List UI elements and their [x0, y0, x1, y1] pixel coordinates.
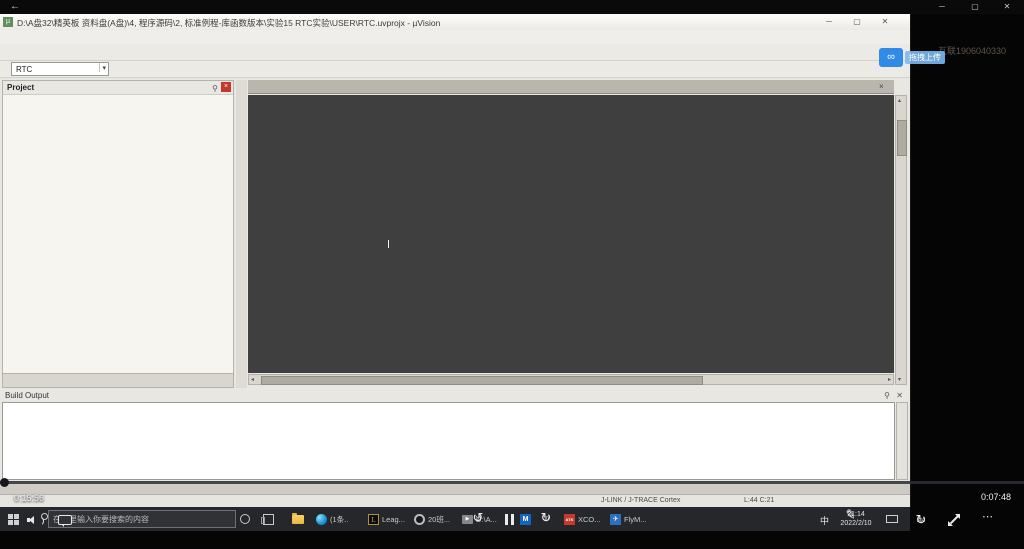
task-view-icon[interactable]: [263, 514, 274, 525]
build-output: [2, 402, 895, 480]
taskbar-app-label: 20班...: [428, 514, 450, 525]
pin-icon[interactable]: ⚲: [884, 390, 890, 402]
status-bar: J-LINK / J-TRACE Cortex L:44 C:21: [0, 494, 910, 508]
circle-app-icon: [414, 514, 425, 525]
file-explorer-icon: [292, 515, 304, 524]
forward-30-button[interactable]: ↻30: [538, 509, 554, 527]
debugger-status: J-LINK / J-TRACE Cortex: [601, 497, 680, 504]
start-button[interactable]: [8, 514, 19, 525]
rewind-10-button[interactable]: ↺10: [470, 509, 486, 527]
seek-handle[interactable]: [0, 478, 9, 487]
scroll-right-icon[interactable]: ▸: [888, 376, 891, 384]
cortana-icon[interactable]: [240, 514, 250, 524]
more-options-button[interactable]: ⋯: [982, 510, 994, 523]
taskbar-file-explorer[interactable]: [292, 512, 304, 526]
volume-icon[interactable]: [27, 515, 42, 525]
elapsed-time: 0:15:56: [14, 493, 44, 503]
video-player-app: ← ─ ▢ ✕ µ D:\A盘32\精英板 资料盘(A盘)\4, 程序源码\2,…: [0, 0, 1024, 549]
netdisk-icon: ∞: [879, 48, 903, 67]
taskbar-app-m[interactable]: [520, 512, 531, 526]
uvision-title-bar: µ D:\A盘32\精英板 资料盘(A盘)\4, 程序源码\2, 标准例程-库函…: [0, 14, 910, 31]
uv-maximize-button[interactable]: ▢: [850, 17, 864, 26]
target-select-value: RTC: [16, 65, 32, 74]
back-button[interactable]: ←: [10, 1, 20, 13]
toolbar-build: RTC ▾: [0, 61, 910, 78]
taskbar-app-label: XCO...: [578, 515, 601, 524]
app-m-icon: [520, 514, 531, 525]
fullscreen-button[interactable]: [948, 514, 960, 526]
project-tree: [3, 95, 233, 373]
windows-taskbar: 在这里输入你要搜索的内容 (1条.. Leag... 20班... D:\A..…: [0, 507, 910, 531]
player-title-bar: ← ─ ▢ ✕: [0, 0, 1024, 14]
netdisk-upload-widget[interactable]: ∞ 拖拽上传: [879, 48, 945, 67]
alientek-xcom-icon: [564, 514, 575, 525]
build-output-header: Build Output ⚲ ✕: [2, 390, 908, 402]
project-panel-header: Project ⚲ ×: [3, 81, 233, 95]
target-select[interactable]: RTC ▾: [11, 62, 109, 76]
taskbar-app-label: Leag...: [382, 515, 405, 524]
chevron-down-icon: ▾: [99, 63, 107, 72]
editor-vertical-scrollbar[interactable]: ▴ ▾: [895, 95, 907, 385]
menu-bar: [0, 30, 910, 44]
scroll-left-icon[interactable]: ◂: [251, 376, 254, 384]
cursor-position-status: L:44 C:21: [744, 497, 774, 504]
app-minimize-button[interactable]: ─: [935, 1, 949, 13]
ime-indicator[interactable]: 中: [820, 514, 829, 527]
remaining-time: 0:07:48: [981, 492, 1011, 502]
edge-icon: [316, 514, 327, 525]
project-panel-title: Project: [7, 83, 34, 92]
show-desktop-icon[interactable]: [886, 515, 898, 523]
build-output-title: Build Output: [5, 391, 49, 400]
captions-icon[interactable]: [58, 515, 72, 525]
seek-bar[interactable]: [0, 481, 1024, 484]
uvision-window: µ D:\A盘32\精英板 资料盘(A盘)\4, 程序源码\2, 标准例程-库函…: [0, 14, 911, 507]
project-panel-tabs: [3, 373, 233, 387]
taskbar-circle-app[interactable]: 20班...: [414, 512, 450, 526]
project-panel-close-icon[interactable]: ×: [221, 82, 231, 92]
taskbar-xcom[interactable]: XCO...: [564, 512, 601, 526]
close-tab-icon[interactable]: ×: [879, 82, 884, 91]
project-panel: Project ⚲ ×: [2, 80, 234, 388]
netdisk-upload-label: 拖拽上传: [905, 51, 945, 64]
build-output-close-icon[interactable]: ✕: [896, 390, 903, 402]
clock-date: 2022/2/10: [834, 519, 878, 528]
cortana-ring-icon: [41, 513, 48, 520]
flymcu-icon: [610, 514, 621, 525]
rotate-360-button[interactable]: ↻360: [912, 511, 930, 529]
uvision-app-icon: µ: [3, 17, 13, 27]
scroll-down-icon[interactable]: ▾: [898, 376, 901, 383]
scrollbar-thumb[interactable]: [897, 120, 907, 156]
uv-close-button[interactable]: ✕: [878, 17, 892, 26]
toolbar-main: [0, 44, 910, 61]
app-close-button[interactable]: ✕: [1000, 1, 1014, 13]
search-input[interactable]: 在这里输入你要搜索的内容: [48, 510, 236, 528]
pause-button[interactable]: [505, 512, 517, 530]
code-editor[interactable]: [248, 95, 894, 373]
recording-watermark: 互联1906040330: [938, 44, 1006, 57]
scroll-up-icon[interactable]: ▴: [898, 97, 901, 104]
taskbar-league[interactable]: Leag...: [368, 512, 405, 526]
taskbar-app-label: (1条..: [330, 514, 348, 525]
panel-splitter[interactable]: [236, 80, 247, 388]
app-maximize-button[interactable]: ▢: [968, 1, 982, 13]
window-title: D:\A盘32\精英板 资料盘(A盘)\4, 程序源码\2, 标准例程-库函数版…: [17, 17, 440, 29]
text-cursor: [388, 240, 389, 248]
pin-icon[interactable]: ⚲: [212, 82, 218, 95]
taskbar-app-label: FlyM...: [624, 515, 647, 524]
build-output-scrollbar[interactable]: [896, 402, 908, 480]
taskbar-flymcu[interactable]: FlyM...: [610, 512, 647, 526]
scrollbar-thumb[interactable]: [261, 376, 703, 385]
taskbar-edge[interactable]: (1条..: [316, 512, 348, 526]
uv-minimize-button[interactable]: ─: [822, 17, 836, 26]
editor-horizontal-scrollbar[interactable]: ◂ ▸: [248, 374, 894, 385]
editor-tab-strip: [248, 80, 894, 94]
league-of-legends-icon: [368, 514, 379, 525]
